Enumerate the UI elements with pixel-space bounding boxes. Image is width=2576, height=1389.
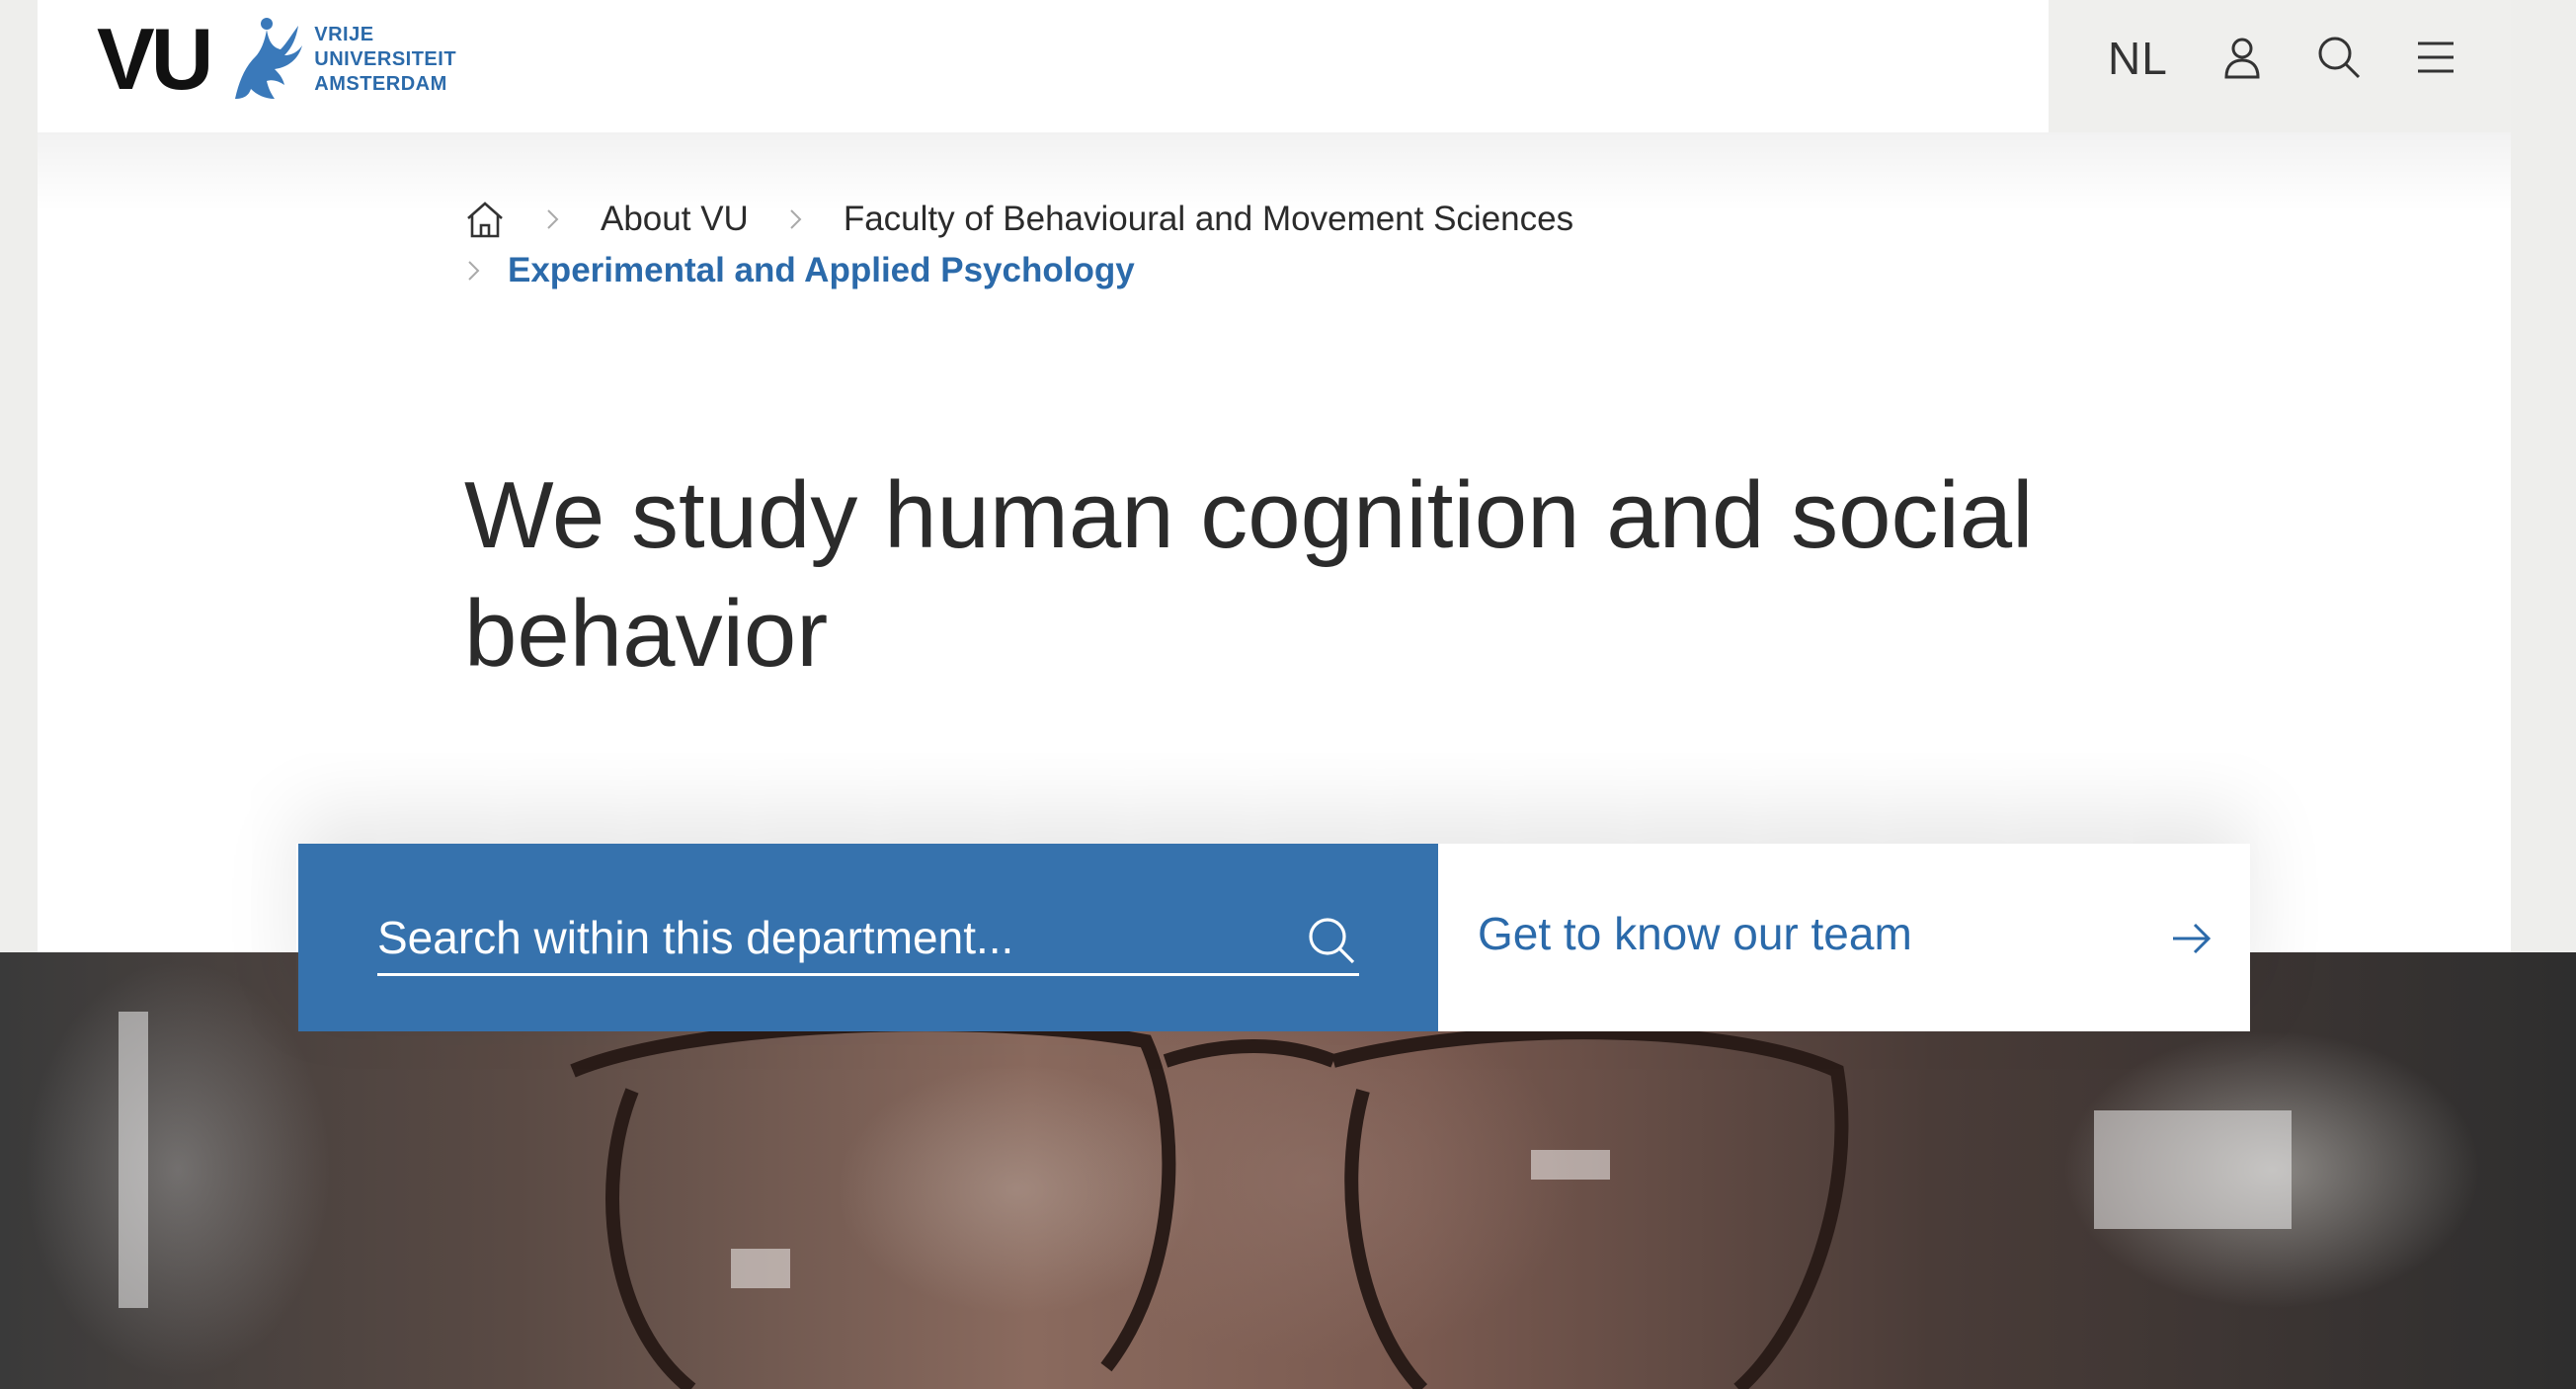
breadcrumb-faculty[interactable]: Faculty of Behavioural and Movement Scie… <box>844 200 1573 239</box>
search-icon[interactable] <box>2315 34 2363 81</box>
team-link-label: Get to know our team <box>1478 908 1912 959</box>
page-title: We study human cognition and social beha… <box>464 462 2034 687</box>
breadcrumb-about-vu[interactable]: About VU <box>601 200 749 239</box>
vu-logo[interactable]: VU VRIJE UNIVERSITEIT AMSTERDAM <box>97 14 456 105</box>
arrow-right-icon <box>2173 923 2212 954</box>
department-search <box>298 844 1438 1031</box>
breadcrumb: About VU Faculty of Behavioural and Move… <box>464 194 1748 296</box>
home-icon[interactable] <box>464 199 506 240</box>
department-search-input[interactable] <box>377 910 1294 970</box>
page: VU VRIJE UNIVERSITEIT AMSTERDAM NL About… <box>0 0 2576 1389</box>
user-icon[interactable] <box>2218 34 2266 81</box>
breadcrumb-row-2: Experimental and Applied Psychology <box>464 245 1748 296</box>
logo-line-1: VRIJE <box>314 23 374 45</box>
breadcrumb-current-page: Experimental and Applied Psychology <box>508 251 1135 289</box>
chevron-right-icon <box>468 261 480 281</box>
language-switch-nl[interactable]: NL <box>2108 32 2168 85</box>
chevron-right-icon <box>790 209 802 229</box>
search-field <box>377 907 1359 976</box>
menu-icon[interactable] <box>2412 34 2459 81</box>
site-header: VU VRIJE UNIVERSITEIT AMSTERDAM <box>38 0 2049 132</box>
logo-wordmark: VU <box>97 10 213 108</box>
logo-line-3: AMSTERDAM <box>314 72 447 95</box>
griffin-logo-icon <box>235 18 303 99</box>
search-submit-icon[interactable] <box>1304 913 1359 968</box>
logo-text: VRIJE UNIVERSITEIT AMSTERDAM <box>314 23 456 97</box>
breadcrumb-row-1: About VU Faculty of Behavioural and Move… <box>464 194 1748 245</box>
chevron-right-icon <box>547 209 559 229</box>
team-link-card[interactable]: Get to know our team <box>1438 844 2250 1031</box>
logo-line-2: UNIVERSITEIT <box>314 47 457 70</box>
